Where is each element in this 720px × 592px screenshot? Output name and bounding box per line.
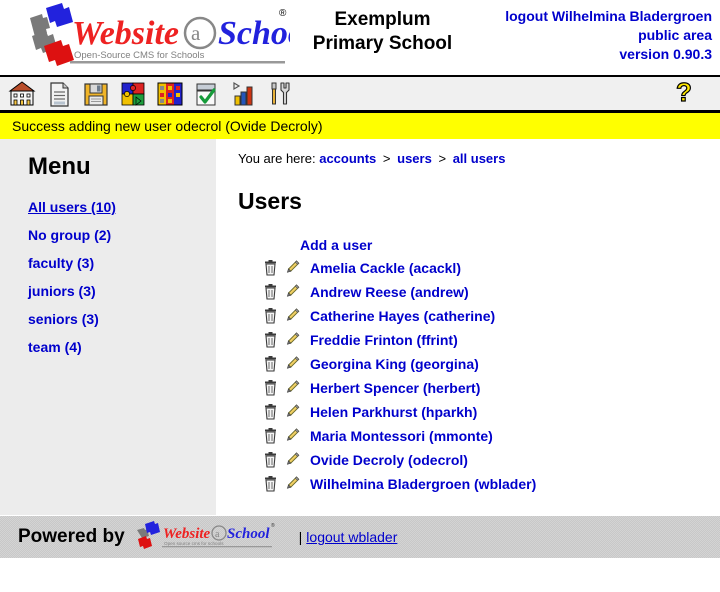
user-link[interactable]: Catherine Hayes (catherine) (310, 308, 495, 324)
trash-icon[interactable] (263, 332, 278, 348)
user-row: Amelia Cackle (acackl) (238, 256, 720, 280)
pencil-icon[interactable] (285, 476, 300, 492)
help-question-icon[interactable]: ? (670, 79, 698, 109)
pencil-icon[interactable] (285, 284, 300, 300)
checklist-icon[interactable] (193, 80, 221, 108)
user-link[interactable]: Andrew Reese (andrew) (310, 284, 469, 300)
sidebar-item-seniors[interactable]: seniors (3) (28, 311, 216, 327)
trash-icon[interactable] (263, 452, 278, 468)
user-row: Helen Parkhurst (hparkh) (238, 400, 720, 424)
powered-by-label: Powered by (18, 526, 125, 547)
user-link[interactable]: Herbert Spencer (herbert) (310, 380, 480, 396)
header-area-label: public area (638, 27, 712, 43)
user-row: Freddie Frinton (ffrint) (238, 328, 720, 352)
sidebar-item-faculty[interactable]: faculty (3) (28, 255, 216, 271)
user-row: Maria Montessori (mmonte) (238, 424, 720, 448)
tools-icon[interactable] (267, 80, 295, 108)
svg-text:Open-Source CMS for Schools: Open-Source CMS for Schools (74, 50, 205, 61)
pencil-icon[interactable] (285, 332, 300, 348)
trash-icon[interactable] (263, 380, 278, 396)
pencil-icon[interactable] (285, 260, 300, 276)
page-icon[interactable] (45, 80, 73, 108)
sidebar-item-all-users[interactable]: All users (10) (28, 199, 216, 215)
breadcrumb-prefix: You are here: (238, 151, 316, 166)
school-name: Exemplum Primary School (290, 0, 475, 56)
add-user-row: Add a user (238, 237, 720, 253)
page-body: Menu All users (10) No group (2) faculty… (0, 139, 720, 515)
sidebar-item-juniors[interactable]: juniors (3) (28, 283, 216, 299)
sidebar-item-team[interactable]: team (4) (28, 339, 216, 355)
floppy-disk-icon[interactable] (82, 80, 110, 108)
footer-logo-icon[interactable]: Website a School ® Open source cms for s… (131, 520, 281, 554)
breadcrumb-item-all-users[interactable]: all users (453, 151, 506, 166)
breadcrumb-separator: > (438, 151, 447, 166)
school-icon[interactable] (8, 80, 36, 108)
svg-text:School: School (218, 15, 290, 52)
school-name-line1: Exemplum (334, 9, 431, 30)
website-at-school-logo-icon: Website a School ® Open-Source CMS for S… (30, 3, 290, 66)
pencil-icon[interactable] (285, 380, 300, 396)
app-window: Website a School ® Open-Source CMS for S… (0, 0, 720, 592)
trash-icon[interactable] (263, 308, 278, 324)
pencil-icon[interactable] (285, 404, 300, 420)
header-version-label: version 0.90.3 (619, 46, 712, 62)
breadcrumb-separator: > (382, 151, 391, 166)
svg-text:Open source cms for schools: Open source cms for schools (164, 541, 224, 546)
page-header: Website a School ® Open-Source CMS for S… (0, 0, 720, 75)
trash-icon[interactable] (263, 476, 278, 492)
user-link[interactable]: Amelia Cackle (acackl) (310, 260, 461, 276)
svg-text:Website: Website (72, 15, 179, 52)
sidebar-item-no-group[interactable]: No group (2) (28, 227, 216, 243)
trash-icon[interactable] (263, 260, 278, 276)
user-link[interactable]: Ovide Decroly (odecrol) (310, 452, 468, 468)
site-logo[interactable]: Website a School ® Open-Source CMS for S… (0, 0, 290, 72)
header-logout-link[interactable]: logout Wilhelmina Bladergroen (475, 7, 712, 26)
header-account-info: logout Wilhelmina Bladergroen public are… (475, 0, 720, 64)
user-row: Georgina King (georgina) (238, 352, 720, 376)
user-row: Ovide Decroly (odecrol) (238, 448, 720, 472)
trash-icon[interactable] (263, 356, 278, 372)
bar-chart-icon[interactable] (230, 80, 258, 108)
user-link[interactable]: Freddie Frinton (ffrint) (310, 332, 458, 348)
sidebar: Menu All users (10) No group (2) faculty… (0, 139, 216, 515)
user-row: Andrew Reese (andrew) (238, 280, 720, 304)
pencil-icon[interactable] (285, 452, 300, 468)
user-link[interactable]: Wilhelmina Bladergroen (wblader) (310, 476, 536, 492)
status-message: Success adding new user odecrol (Ovide D… (0, 113, 720, 139)
help-question-glyph: ? (676, 79, 692, 107)
pencil-icon[interactable] (285, 308, 300, 324)
main-toolbar: ? (0, 75, 720, 113)
footer-logout-link[interactable]: logout wblader (306, 529, 397, 545)
user-row: Catherine Hayes (catherine) (238, 304, 720, 328)
svg-text:a: a (191, 21, 201, 45)
svg-text:Website: Website (163, 526, 211, 542)
svg-text:®: ® (271, 522, 275, 529)
footer-separator: | (298, 529, 303, 545)
breadcrumb-item-accounts[interactable]: accounts (319, 151, 376, 166)
main-content: You are here: accounts > users > all use… (216, 139, 720, 515)
sidebar-title: Menu (28, 153, 91, 180)
user-link[interactable]: Maria Montessori (mmonte) (310, 428, 493, 444)
page-title: Users (238, 188, 302, 214)
colorful-blocks-icon[interactable] (156, 80, 184, 108)
user-link[interactable]: Georgina King (georgina) (310, 356, 479, 372)
breadcrumb: You are here: accounts > users > all use… (238, 151, 720, 166)
add-user-link[interactable]: Add a user (300, 237, 372, 253)
user-row: Herbert Spencer (herbert) (238, 376, 720, 400)
trash-icon[interactable] (263, 404, 278, 420)
trash-icon[interactable] (263, 428, 278, 444)
user-row: Wilhelmina Bladergroen (wblader) (238, 472, 720, 496)
puzzle-modules-icon[interactable] (119, 80, 147, 108)
breadcrumb-item-users[interactable]: users (397, 151, 432, 166)
svg-text:School: School (227, 526, 270, 542)
school-name-line2: Primary School (312, 33, 453, 54)
pencil-icon[interactable] (285, 356, 300, 372)
user-link[interactable]: Helen Parkhurst (hparkh) (310, 404, 477, 420)
user-list: Amelia Cackle (acackl) Andrew Reese (andr… (238, 256, 720, 496)
svg-text:a: a (215, 529, 220, 540)
page-footer: Powered by Website a School ® Open sourc… (0, 515, 720, 558)
pencil-icon[interactable] (285, 428, 300, 444)
svg-text:®: ® (279, 8, 287, 19)
trash-icon[interactable] (263, 284, 278, 300)
